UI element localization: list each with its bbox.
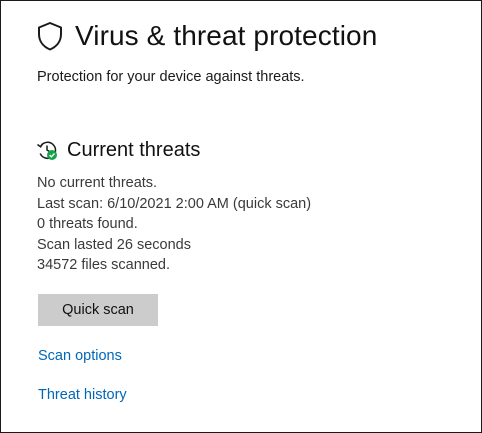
virus-threat-protection-panel: Virus & threat protection Protection for… [0,0,482,433]
status-line: Scan lasted 26 seconds [37,236,191,253]
status-line: Last scan: 6/10/2021 2:00 AM (quick scan… [37,195,312,212]
shield-icon [38,22,62,51]
clock-refresh-check-icon [37,141,57,160]
status-line: 34572 files scanned. [37,257,171,273]
status-line: 0 threats found. [37,216,138,232]
scan-options-link[interactable]: Scan options [38,347,122,365]
scan-status: No current threats. Last scan: 6/10/2021… [37,173,311,276]
threat-history-link[interactable]: Threat history [38,386,127,404]
quick-scan-button[interactable]: Quick scan [38,294,158,326]
page-header: Virus & threat protection [36,19,377,53]
status-line: No current threats. [37,175,158,191]
current-threats-header: Current threats [36,137,200,163]
page-title: Virus & threat protection [75,20,378,51]
current-threats-title: Current threats [67,139,201,161]
page-subtitle: Protection for your device against threa… [37,69,305,85]
